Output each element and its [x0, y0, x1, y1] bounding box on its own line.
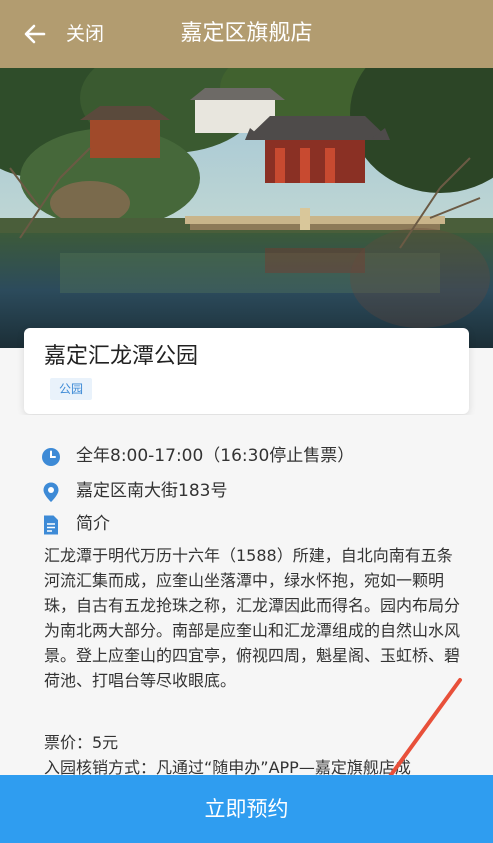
category-tag: 公园 — [50, 378, 93, 400]
ticket-price: 票价：5元 — [44, 733, 119, 752]
place-name: 嘉定汇龙潭公园 — [44, 344, 199, 369]
page-title: 嘉定区旗舰店 — [180, 21, 313, 46]
place-card: 嘉定汇龙潭公园 — [24, 328, 469, 414]
book-now-button[interactable]: 立即预约 — [0, 775, 493, 843]
description-text: 汇龙潭于明代万历十六年（1588）所建，自北向南有五条河流汇集而成，应奎山坐落潭… — [44, 546, 461, 690]
park-photo — [0, 68, 493, 348]
top-bar: 关闭 嘉定区旗舰店 — [0, 0, 493, 68]
document-icon — [44, 515, 58, 535]
clock-icon — [42, 448, 60, 466]
intro-label: 简介 — [76, 514, 110, 534]
address-text: 嘉定区南大街183号 — [76, 481, 228, 501]
hours-text: 全年8:00-17:00（16:30停止售票） — [76, 446, 355, 466]
location-pin-icon — [43, 482, 59, 502]
